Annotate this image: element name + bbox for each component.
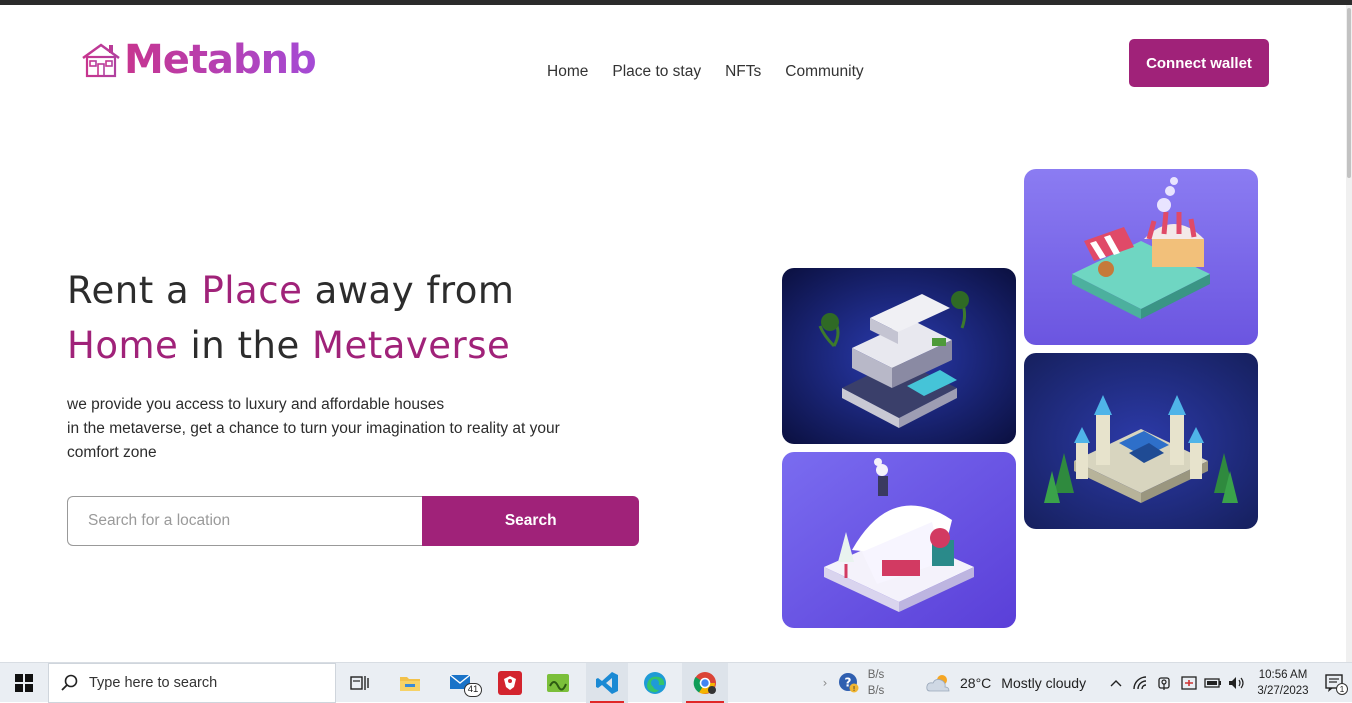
house-icon bbox=[80, 40, 122, 80]
modern-villa-image bbox=[782, 268, 1016, 444]
connect-wallet-button[interactable]: Connect wallet bbox=[1129, 39, 1269, 87]
logo[interactable]: Metabnb bbox=[80, 37, 317, 83]
headline-highlight: Metaverse bbox=[312, 324, 511, 367]
weather-widget[interactable]: 28°C Mostly cloudy bbox=[926, 663, 1096, 703]
notifications-icon[interactable]: 1 bbox=[1318, 663, 1352, 703]
clock-time: 10:56 AM bbox=[1258, 669, 1308, 681]
headline-highlight: Home bbox=[67, 324, 179, 367]
red-app-icon[interactable] bbox=[490, 663, 530, 703]
nav-place-to-stay[interactable]: Place to stay bbox=[612, 63, 701, 81]
web-page: Metabnb Home Place to stay NFTs Communit… bbox=[0, 5, 1352, 662]
windows-icon[interactable] bbox=[0, 663, 48, 703]
search-button[interactable]: Search bbox=[422, 496, 639, 546]
description-line: in the metaverse, get a chance to turn y… bbox=[67, 420, 560, 437]
chevron-right-icon[interactable]: › bbox=[818, 663, 832, 703]
main-nav: Home Place to stay NFTs Community bbox=[547, 63, 888, 81]
mail-badge: 41 bbox=[464, 683, 482, 697]
weather-desc: Mostly cloudy bbox=[1001, 675, 1087, 691]
weather-temp: 28°C bbox=[960, 675, 992, 691]
castle-image bbox=[1024, 353, 1258, 529]
chevron-up-icon[interactable] bbox=[1106, 663, 1126, 703]
nav-home[interactable]: Home bbox=[547, 63, 588, 81]
wifi-icon[interactable] bbox=[1130, 663, 1152, 703]
svg-text:!: ! bbox=[853, 685, 856, 693]
mail-icon[interactable]: 41 bbox=[440, 663, 484, 703]
nav-community[interactable]: Community bbox=[785, 63, 863, 81]
network-speed: B/s B/s bbox=[862, 663, 890, 703]
hero-description: we provide you access to luxury and affo… bbox=[67, 393, 657, 465]
description-line: we provide you access to luxury and affo… bbox=[67, 396, 445, 413]
clock-date: 3/27/2023 bbox=[1257, 685, 1309, 697]
battery-icon[interactable] bbox=[1202, 663, 1224, 703]
nav-nfts[interactable]: NFTs bbox=[725, 63, 761, 81]
location-search: Search bbox=[67, 496, 639, 546]
net-down-text: B/s bbox=[867, 685, 885, 697]
scrollbar-thumb[interactable] bbox=[1347, 8, 1351, 178]
cloudy-icon bbox=[926, 672, 952, 694]
meet-icon[interactable] bbox=[1154, 663, 1176, 703]
search-icon bbox=[61, 674, 79, 692]
headline-text: Rent a bbox=[67, 269, 202, 312]
market-stall-image bbox=[1024, 169, 1258, 345]
notifications-badge: 1 bbox=[1336, 683, 1348, 695]
headline-text: in the bbox=[178, 324, 313, 367]
task-view-icon[interactable] bbox=[340, 663, 380, 703]
description-line: comfort zone bbox=[67, 444, 157, 461]
location-search-input[interactable] bbox=[67, 496, 423, 546]
headline-text: away from bbox=[302, 269, 515, 312]
windows-taskbar: Type here to search 41 › ?! B/s B/s 28°C… bbox=[0, 662, 1352, 703]
net-up-text: B/s bbox=[867, 669, 885, 681]
headline-highlight: Place bbox=[201, 269, 303, 312]
file-explorer-icon[interactable] bbox=[390, 663, 430, 703]
green-app-icon[interactable] bbox=[538, 663, 578, 703]
chrome-icon[interactable] bbox=[682, 663, 728, 703]
speaker-icon[interactable] bbox=[1226, 663, 1248, 703]
clock[interactable]: 10:56 AM 3/27/2023 bbox=[1252, 663, 1314, 703]
help-icon[interactable]: ?! bbox=[836, 663, 862, 703]
edge-icon[interactable] bbox=[634, 663, 676, 703]
vscode-icon[interactable] bbox=[586, 663, 628, 703]
logo-text: Metabnb bbox=[124, 37, 317, 83]
winter-cottage-image bbox=[782, 452, 1016, 628]
taskbar-search-placeholder: Type here to search bbox=[89, 675, 218, 691]
taskbar-search-box[interactable]: Type here to search bbox=[48, 663, 336, 703]
tray-app-icon[interactable] bbox=[1178, 663, 1200, 703]
hero-headline: Rent a Place away from Home in the Metav… bbox=[67, 263, 627, 373]
